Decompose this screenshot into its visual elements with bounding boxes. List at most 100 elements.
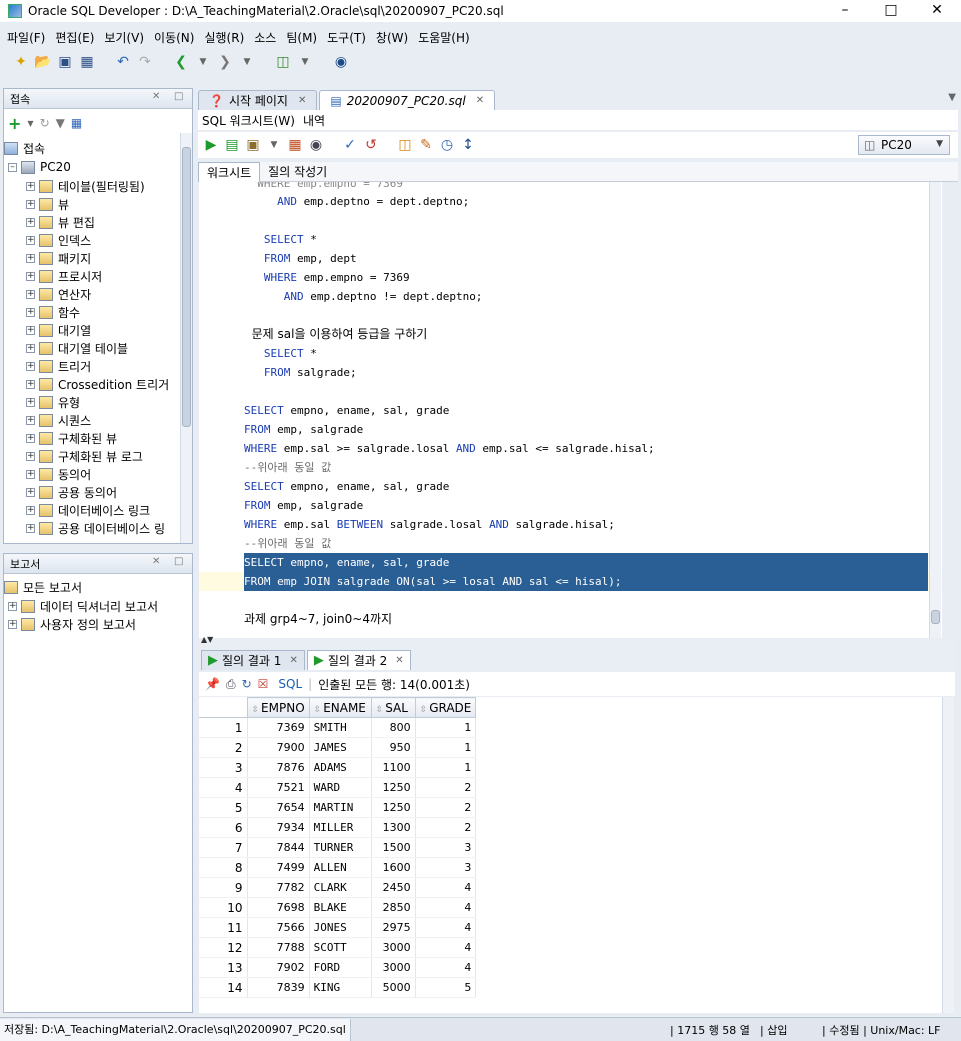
undo-icon[interactable]: ↶ <box>114 53 132 71</box>
row-number[interactable]: 9 <box>199 877 248 898</box>
cell-sal[interactable]: 1250 <box>371 777 416 798</box>
cell-empno[interactable]: 7876 <box>247 757 310 778</box>
cell-empno[interactable]: 7900 <box>247 737 310 758</box>
connections-root[interactable]: 접속 <box>4 139 45 157</box>
expand-icon[interactable]: + <box>8 601 17 611</box>
menu-file[interactable]: 파일(F) <box>6 29 54 46</box>
refresh-results-icon[interactable]: ↻ <box>242 677 252 691</box>
cancel-query-icon[interactable]: ☒ <box>258 677 269 691</box>
row-number[interactable]: 4 <box>199 777 248 798</box>
row-number[interactable]: 11 <box>199 917 248 938</box>
cell-grade[interactable]: 2 <box>415 797 477 818</box>
tree-item[interactable]: + 구체화된 뷰 로그 <box>26 447 143 465</box>
column-header-ename[interactable]: ⇳ ENAME <box>308 697 372 718</box>
cell-ename[interactable]: SMITH <box>309 717 372 738</box>
close-tab-icon[interactable]: ✕ <box>395 655 403 666</box>
cell-grade[interactable]: 1 <box>415 757 477 778</box>
menu-window[interactable]: 창(W) <box>375 29 417 46</box>
cell-grade[interactable]: 2 <box>415 817 477 838</box>
cell-ename[interactable]: SCOTT <box>309 937 372 958</box>
unshared-sql-icon[interactable]: ◫ <box>396 136 414 154</box>
cell-grade[interactable]: 4 <box>415 937 477 958</box>
results-grid[interactable]: ⇳ EMPNO ⇳ ENAME ⇳ SAL ⇳ GRADE 1 7369 SMITH 800 1… <box>199 697 942 1013</box>
cell-grade[interactable]: 4 <box>415 877 477 898</box>
expand-icon[interactable]: + <box>26 253 35 263</box>
cell-sal[interactable]: 950 <box>371 737 416 758</box>
menu-edit[interactable]: 편집(E) <box>54 29 103 46</box>
tree-item[interactable]: + 함수 <box>26 303 80 321</box>
commit-icon[interactable]: ✓ <box>341 136 359 154</box>
table-row[interactable]: 10 7698 BLAKE 2850 4 <box>199 897 477 918</box>
tree-item[interactable]: + 구체화된 뷰 <box>26 429 117 447</box>
add-dropdown-icon[interactable]: ▼ <box>27 119 33 128</box>
expand-icon[interactable]: + <box>26 469 35 479</box>
editor-scroll-thumb[interactable] <box>931 610 940 624</box>
tab-query-builder[interactable]: 질의 작성기 <box>260 162 335 182</box>
editor-scrollbar[interactable] <box>929 182 941 638</box>
cell-ename[interactable]: ADAMS <box>309 757 372 778</box>
menu-team[interactable]: 팀(M) <box>285 29 326 46</box>
collapse-icon[interactable]: – <box>8 162 17 172</box>
forward-icon[interactable]: ❯ <box>216 53 234 71</box>
close-window-button[interactable]: ✕ <box>914 0 960 22</box>
cell-ename[interactable]: JONES <box>309 917 372 938</box>
cell-ename[interactable]: TURNER <box>309 837 372 858</box>
cell-grade[interactable]: 1 <box>415 717 477 738</box>
tab-start-page[interactable]: ❓ 시작 페이지 ✕ <box>198 90 318 110</box>
redo-icon[interactable]: ↷ <box>136 53 154 71</box>
tree-item[interactable]: + 대기열 <box>26 321 91 339</box>
refresh-icon[interactable]: ↻ <box>40 116 50 130</box>
cell-sal[interactable]: 800 <box>371 717 416 738</box>
tree-item[interactable]: + 공용 동의어 <box>26 483 117 501</box>
panel-minimize-icon[interactable]: □ <box>174 91 183 102</box>
tree-item[interactable]: + 뷰 <box>26 195 69 213</box>
tree-item[interactable]: + 공용 데이터베이스 링 <box>26 519 165 537</box>
row-number[interactable]: 1 <box>199 717 248 738</box>
new-file-icon[interactable]: ✦ <box>12 53 30 71</box>
panel-close-icon[interactable]: ✕ <box>152 91 160 102</box>
results-scrollbar[interactable] <box>942 697 954 1013</box>
tree-item[interactable]: + Crossedition 트리거 <box>26 375 169 393</box>
cell-ename[interactable]: CLARK <box>309 877 372 898</box>
cell-empno[interactable]: 7782 <box>247 877 310 898</box>
row-number[interactable]: 6 <box>199 817 248 838</box>
row-number[interactable]: 7 <box>199 837 248 858</box>
expand-icon[interactable]: + <box>26 451 35 461</box>
cell-empno[interactable]: 7499 <box>247 857 310 878</box>
cell-empno[interactable]: 7839 <box>247 977 310 998</box>
schema-browser-icon[interactable]: ▦ <box>71 116 82 130</box>
cell-sal[interactable]: 1100 <box>371 757 416 778</box>
menu-help[interactable]: 도움말(H) <box>417 29 479 46</box>
cell-grade[interactable]: 3 <box>415 857 477 878</box>
row-number[interactable]: 5 <box>199 797 248 818</box>
expand-icon[interactable]: + <box>26 361 35 371</box>
tree-item[interactable]: + 패키지 <box>26 249 91 267</box>
rollback-icon[interactable]: ↺ <box>362 136 380 154</box>
cell-empno[interactable]: 7566 <box>247 917 310 938</box>
tree-item[interactable]: + 뷰 편집 <box>26 213 95 231</box>
table-row[interactable]: 1 7369 SMITH 800 1 <box>199 717 477 738</box>
expand-icon[interactable]: + <box>26 325 35 335</box>
cell-empno[interactable]: 7788 <box>247 937 310 958</box>
cell-ename[interactable]: BLAKE <box>309 897 372 918</box>
filter-icon[interactable]: ▼ <box>56 116 65 130</box>
save-all-icon[interactable]: ▦ <box>78 53 96 71</box>
reports-minimize-icon[interactable]: □ <box>174 556 183 567</box>
row-number[interactable]: 12 <box>199 937 248 958</box>
cell-sal[interactable]: 2450 <box>371 877 416 898</box>
cell-sal[interactable]: 1600 <box>371 857 416 878</box>
tree-item[interactable]: + 프로시저 <box>26 267 102 285</box>
table-row[interactable]: 7 7844 TURNER 1500 3 <box>199 837 477 858</box>
connections-scrollbar[interactable] <box>180 133 192 543</box>
format-case-icon[interactable]: ↕ <box>459 136 477 154</box>
sql-worksheet-icon[interactable]: ◫ <box>274 53 292 71</box>
expand-icon[interactable]: + <box>26 523 35 533</box>
clear-icon[interactable]: ✎ <box>417 136 435 154</box>
cell-ename[interactable]: ALLEN <box>309 857 372 878</box>
row-number[interactable]: 13 <box>199 957 248 978</box>
cell-sal[interactable]: 2850 <box>371 897 416 918</box>
tree-item[interactable]: + 시퀀스 <box>26 411 91 429</box>
explain-plan-icon[interactable]: ▦ <box>286 136 304 154</box>
table-row[interactable]: 14 7839 KING 5000 5 <box>199 977 477 998</box>
maximize-button[interactable]: □ <box>868 0 914 22</box>
